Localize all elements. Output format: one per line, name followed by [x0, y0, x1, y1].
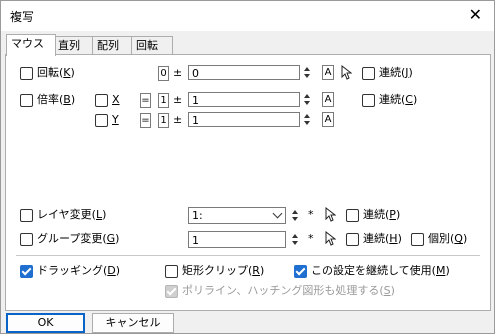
scale-y-step-box[interactable]: 1 — [158, 113, 169, 128]
divider — [16, 255, 480, 256]
scale-x-eq-box[interactable]: = — [140, 93, 151, 108]
layer-change-label: レイヤ変更(L) — [37, 208, 107, 221]
group-change-checkbox[interactable] — [20, 233, 33, 246]
layer-star[interactable]: * — [308, 208, 314, 222]
rect-clip-label: 矩形クリップ(R) — [182, 264, 265, 277]
tab-array[interactable]: 配列 — [92, 36, 134, 55]
rotate-plusminus: ± — [173, 66, 183, 79]
keep-settings-checkbox[interactable] — [294, 265, 307, 278]
title-bar: 複写 ✕ — [1, 1, 494, 31]
chevron-down-icon — [272, 208, 283, 219]
scale-x-checkbox[interactable] — [95, 94, 108, 107]
scale-checkbox[interactable] — [20, 94, 33, 107]
rotate-step-box[interactable]: 0 — [158, 66, 169, 81]
tab-rotate[interactable]: 回転 — [131, 36, 173, 55]
layer-pick-cursor-icon[interactable] — [324, 207, 336, 222]
rotate-continuous-label: 連続(J) — [379, 66, 413, 79]
scale-y-input[interactable]: 1 — [188, 112, 300, 127]
scale-continuous-checkbox[interactable] — [362, 94, 375, 107]
scale-y-plusminus: ± — [173, 113, 183, 126]
group-spinner[interactable] — [291, 232, 300, 247]
keep-settings-label: この設定を継続して使用(M) — [311, 264, 450, 277]
layer-continuous-checkbox[interactable] — [346, 209, 359, 222]
scale-y-checkbox[interactable] — [95, 114, 108, 127]
layer-select-value: 1: — [192, 209, 203, 222]
scale-label: 倍率(B) — [37, 93, 76, 106]
cancel-button[interactable]: キャンセル — [92, 313, 174, 333]
scale-y-label: Y — [112, 113, 119, 126]
scale-x-a-button[interactable]: A — [322, 92, 334, 107]
layer-continuous-label: 連続(P) — [363, 208, 401, 221]
scale-x-plusminus: ± — [173, 93, 183, 106]
dragging-label: ドラッギング(D) — [37, 264, 121, 277]
group-star[interactable]: * — [308, 232, 314, 246]
scale-x-step-box[interactable]: 1 — [158, 93, 169, 108]
scale-x-label: X — [112, 93, 120, 106]
tab-mouse[interactable]: マウス — [6, 34, 56, 56]
scale-x-input[interactable]: 1 — [188, 92, 300, 107]
layer-spinner[interactable] — [291, 208, 300, 223]
group-change-label: グループ変更(G) — [37, 232, 120, 245]
window-title: 複写 — [10, 10, 35, 24]
scale-x-spinner[interactable] — [303, 92, 312, 107]
rotate-a-button[interactable]: A — [322, 65, 334, 80]
group-input[interactable]: 1 — [188, 231, 286, 248]
group-pick-cursor-icon[interactable] — [324, 231, 336, 246]
close-icon[interactable]: ✕ — [469, 5, 482, 25]
process-polyline-checkbox[interactable] — [165, 285, 178, 298]
rotate-checkbox[interactable] — [20, 67, 33, 80]
process-polyline-label: ポリライン、ハッチング図形も処理する(S) — [182, 284, 395, 297]
scale-y-eq-box[interactable]: = — [140, 113, 151, 128]
rotate-continuous-checkbox[interactable] — [362, 67, 375, 80]
rotate-input[interactable]: 0 — [188, 65, 300, 80]
layer-select[interactable]: 1: — [188, 207, 286, 224]
tab-panel-mouse: 回転(K) 0 ± 0 A 連続(J) 倍率(B) X = 1 ± 1 A 連続… — [5, 54, 491, 311]
scale-y-a-button[interactable]: A — [322, 112, 334, 127]
tab-series[interactable]: 直列 — [53, 36, 95, 55]
group-individual-label: 個別(Q) — [428, 232, 468, 245]
scale-y-spinner[interactable] — [303, 112, 312, 127]
scale-continuous-label: 連続(C) — [379, 93, 418, 106]
rotate-spinner[interactable] — [303, 65, 312, 80]
copy-dialog: 複写 ✕ マウス 直列 配列 回転 回転(K) 0 ± 0 A 連続(J) 倍率… — [0, 0, 495, 334]
rotate-label: 回転(K) — [37, 66, 75, 79]
group-continuous-checkbox[interactable] — [346, 233, 359, 246]
group-continuous-label: 連続(H) — [363, 232, 402, 245]
ok-button[interactable]: OK — [6, 313, 85, 333]
rotate-pick-cursor-icon[interactable] — [340, 65, 352, 80]
group-individual-checkbox[interactable] — [411, 233, 424, 246]
layer-change-checkbox[interactable] — [20, 209, 33, 222]
dragging-checkbox[interactable] — [20, 265, 33, 278]
rect-clip-checkbox[interactable] — [165, 265, 178, 278]
